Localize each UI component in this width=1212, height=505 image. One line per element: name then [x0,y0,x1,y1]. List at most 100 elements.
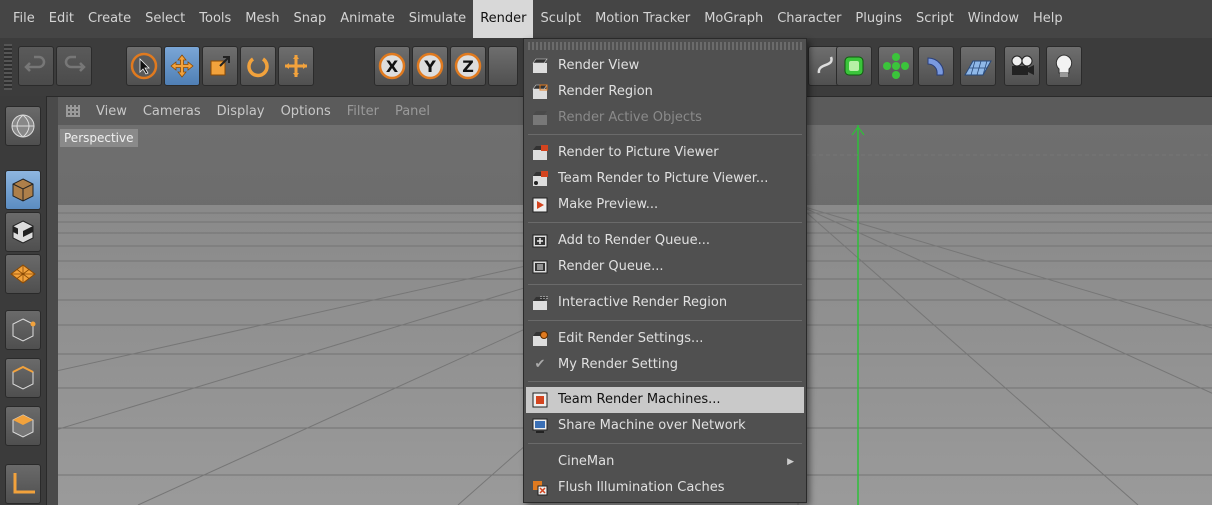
viewport-menu-options[interactable]: Options [273,104,339,119]
menu-snap[interactable]: Snap [287,0,334,38]
rotate-tool-button[interactable] [240,46,276,86]
menu-item-label: Render View [558,58,640,73]
menu-item-render-view[interactable]: Render View [526,53,804,79]
viewport-menu-panel[interactable]: Panel [387,104,438,119]
scale-tool-button[interactable] [202,46,238,86]
y-axis-lock-button[interactable]: Y [412,46,448,86]
polygons-cube-icon [12,414,34,438]
menu-item-team-render-to-picture-viewer[interactable]: Team Render to Picture Viewer... [526,166,804,192]
menu-file[interactable]: File [6,0,42,38]
menu-motion-tracker[interactable]: Motion Tracker [588,0,697,38]
menu-item-label: Edit Render Settings... [558,331,704,346]
light-button[interactable] [1046,46,1082,86]
move-icon [170,54,194,78]
menu-tearoff-grip[interactable] [528,42,802,50]
menu-item-share-machine-over-network[interactable]: Share Machine over Network [526,413,804,439]
menu-item-label: Flush Illumination Caches [558,480,725,495]
points-mode-button[interactable] [5,310,41,350]
menu-separator [528,222,802,223]
menu-plugins[interactable]: Plugins [848,0,909,38]
undo-button[interactable] [18,46,54,86]
cube-icon [12,178,34,202]
preview-icon [532,197,548,213]
machines-icon [532,392,548,408]
menu-item-label: Add to Render Queue... [558,233,711,248]
check-icon: ✔ [534,357,546,372]
menu-item-render-region[interactable]: Render Region [526,79,804,105]
axis-mode-button[interactable] [5,464,41,504]
floor-button[interactable] [960,46,996,86]
menu-item-my-render-setting[interactable]: ✔ My Render Setting [526,352,804,378]
move-tool-button[interactable] [164,46,200,86]
menu-separator [528,381,802,382]
menu-bar: File Edit Create Select Tools Mesh Snap … [0,0,1212,38]
menu-select[interactable]: Select [138,0,192,38]
cloner-button[interactable] [878,46,914,86]
menu-item-label: Make Preview... [558,197,659,212]
menu-item-label: Render Region [558,84,653,99]
svg-text:X: X [386,57,399,76]
viewport-layout-icon[interactable] [66,105,80,117]
menu-create[interactable]: Create [81,0,138,38]
deformer-button[interactable] [918,46,954,86]
menu-help[interactable]: Help [1026,0,1070,38]
live-selection-button[interactable] [126,46,162,86]
texture-mode-button[interactable] [5,212,41,252]
toolbar-grip[interactable] [4,44,12,90]
redo-button[interactable] [56,46,92,86]
globe-icon [11,114,35,138]
left-palette [0,96,47,505]
workplane-mode-button[interactable] [5,254,41,294]
menu-character[interactable]: Character [770,0,848,38]
menu-item-team-render-machines[interactable]: Team Render Machines... [526,387,804,413]
menu-render[interactable]: Render [473,0,534,38]
clapper-region-icon [532,84,548,99]
menu-mograph[interactable]: MoGraph [697,0,770,38]
menu-sculpt[interactable]: Sculpt [533,0,588,38]
menu-mesh[interactable]: Mesh [238,0,286,38]
menu-item-label: Render Active Objects [558,110,702,125]
menu-separator [528,320,802,321]
live-selection-icon [130,52,158,80]
menu-simulate[interactable]: Simulate [402,0,473,38]
menu-item-edit-render-settings[interactable]: Edit Render Settings... [526,326,804,352]
menu-item-render-to-picture-viewer[interactable]: Render to Picture Viewer [526,140,804,166]
x-axis-lock-button[interactable]: X [374,46,410,86]
menu-separator [528,284,802,285]
menu-window[interactable]: Window [961,0,1026,38]
undo-icon [24,55,46,72]
menu-item-label: Share Machine over Network [558,418,746,433]
polygons-mode-button[interactable] [5,406,41,446]
viewport-menu-cameras[interactable]: Cameras [135,104,209,119]
camera-button[interactable] [1004,46,1040,86]
redo-icon [64,55,86,72]
menu-item-flush-illumination-caches[interactable]: Flush Illumination Caches [526,475,804,501]
model-mode-button[interactable] [5,170,41,210]
z-axis-lock-button[interactable]: Z [450,46,486,86]
viewport-menu-display[interactable]: Display [209,104,273,119]
menu-item-cineman[interactable]: CineMan ▶ [526,449,804,475]
menu-item-label: CineMan [558,454,615,469]
menu-item-add-to-render-queue[interactable]: Add to Render Queue... [526,228,804,254]
menu-tools[interactable]: Tools [192,0,238,38]
viewport-camera-label[interactable]: Perspective [60,129,138,147]
transform-tool-button[interactable] [278,46,314,86]
queue-icon [532,260,548,274]
menu-item-render-queue[interactable]: Render Queue... [526,254,804,280]
team-render-icon [533,171,548,186]
menu-animate[interactable]: Animate [333,0,401,38]
subdivision-surface-button[interactable] [836,46,872,86]
points-cube-icon [12,318,36,342]
picture-viewer-icon [533,145,548,160]
coordinate-system-button[interactable] [488,46,518,86]
menu-edit[interactable]: Edit [42,0,81,38]
menu-item-make-preview[interactable]: Make Preview... [526,192,804,218]
menu-item-interactive-render-region[interactable]: Interactive Render Region [526,290,804,316]
menu-script[interactable]: Script [909,0,961,38]
menu-separator [528,134,802,135]
make-editable-button[interactable] [5,106,41,146]
menu-item-render-active-objects[interactable]: Render Active Objects [526,105,804,131]
edges-mode-button[interactable] [5,358,41,398]
viewport-menu-filter[interactable]: Filter [339,104,387,119]
viewport-menu-view[interactable]: View [88,104,135,119]
